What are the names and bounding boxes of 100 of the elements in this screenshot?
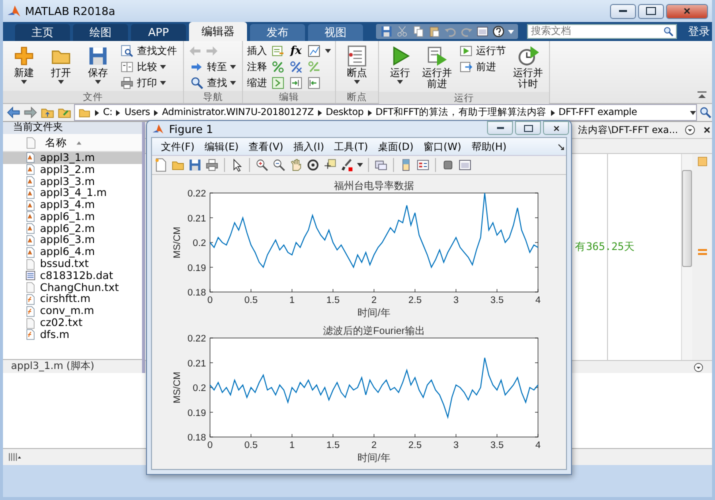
options-icon[interactable] xyxy=(693,362,704,372)
menu-item[interactable]: 文件(F) xyxy=(156,140,200,154)
zoom-in-icon[interactable] xyxy=(255,158,269,172)
path-segment[interactable]: DFT和FFT的算法，有助于理解算法内容 xyxy=(376,106,547,119)
ribbon-button[interactable]: 前进 xyxy=(457,59,508,74)
minimize-button[interactable] xyxy=(610,4,636,18)
printer-icon[interactable] xyxy=(205,158,219,172)
ribbon-button[interactable]: 打印 xyxy=(118,75,179,90)
search-field[interactable]: 搜索文档 xyxy=(527,24,677,39)
indent-icon[interactable] xyxy=(271,76,285,90)
ribbon-button[interactable]: 断点 xyxy=(340,43,374,91)
zoom-out-icon[interactable] xyxy=(272,158,286,172)
hide-plot-icon[interactable] xyxy=(441,158,455,172)
menu-item[interactable]: 编辑(E) xyxy=(200,140,244,154)
matlab-logo-icon xyxy=(7,4,21,18)
options-icon[interactable] xyxy=(684,124,696,136)
warning-marker xyxy=(698,249,706,255)
file-item[interactable]: appl6_2.m xyxy=(3,222,142,235)
link-plot-icon[interactable] xyxy=(374,158,388,172)
ribbon-button[interactable]: 查找 xyxy=(188,75,238,90)
ribbon-button[interactable]: 比较 xyxy=(118,59,179,74)
file-item[interactable]: bssud.txt xyxy=(3,258,142,270)
back-arrow-icon[interactable] xyxy=(6,105,21,120)
save-icon[interactable] xyxy=(380,25,393,38)
ribbon-button[interactable]: 打开 xyxy=(44,43,78,91)
ribbon-tab[interactable]: 发布 xyxy=(250,24,305,41)
path-segment[interactable]: Desktop xyxy=(326,107,364,118)
menu-item[interactable]: 查看(V) xyxy=(244,140,288,154)
search-icon[interactable] xyxy=(699,106,712,119)
menu-item[interactable]: 桌面(D) xyxy=(373,140,419,154)
window-icon[interactable] xyxy=(476,25,489,38)
path-segment[interactable]: DFT-FFT example xyxy=(558,107,637,118)
ribbon-tab[interactable]: 视图 xyxy=(308,24,363,41)
brush-icon[interactable] xyxy=(340,158,354,172)
ribbon-tab[interactable]: 主页 xyxy=(15,24,70,41)
path-segment[interactable]: Users xyxy=(124,107,150,118)
status-icon xyxy=(696,156,708,167)
file-item[interactable]: appl6_1.m xyxy=(3,210,142,223)
menu-item[interactable]: 插入(I) xyxy=(288,140,330,154)
ribbon-button[interactable]: 运行并计时 xyxy=(511,43,545,92)
chart-icon[interactable] xyxy=(307,44,321,58)
status-handle-icon[interactable] xyxy=(7,450,21,464)
file-item[interactable]: appl6_3.m xyxy=(3,234,142,246)
file-item[interactable]: appl3_4_1.m xyxy=(3,187,142,200)
maximize-button[interactable] xyxy=(638,4,664,18)
minimize-button[interactable] xyxy=(487,121,513,135)
address-bar[interactable]: C: Users Administrator.WIN7U-20180127Z Desktop DFT和FFT的算法，有助于理解算法内容 DFT-FFT example xyxy=(74,104,697,121)
ribbon-button[interactable]: 保存 xyxy=(81,43,115,91)
scrollbar[interactable] xyxy=(681,154,692,360)
file-item[interactable]: appl3_4.m xyxy=(3,199,142,211)
ribbon-button[interactable]: 新建 xyxy=(7,43,41,91)
plot-tools-icon[interactable] xyxy=(458,158,472,172)
menu-item[interactable]: 工具(T) xyxy=(329,140,374,154)
login-link[interactable]: 登录 xyxy=(688,24,710,39)
close-button[interactable] xyxy=(666,4,708,18)
indent-icon[interactable] xyxy=(307,76,321,90)
ribbon-tab[interactable]: 绘图 xyxy=(73,24,128,41)
ribbon-button[interactable]: 查找文件 xyxy=(118,43,179,58)
close-button[interactable] xyxy=(543,121,569,135)
file-item[interactable]: appl3_3.m xyxy=(3,176,142,188)
function-button[interactable]: fx xyxy=(289,44,303,57)
close-icon[interactable] xyxy=(702,125,712,135)
path-segment[interactable]: C: xyxy=(103,107,112,118)
percent-icon[interactable] xyxy=(271,60,285,74)
legend-icon[interactable] xyxy=(416,158,430,172)
percent-icon[interactable] xyxy=(289,60,303,74)
data-cursor-icon[interactable] xyxy=(323,158,337,172)
ribbon-tab[interactable]: APP xyxy=(131,24,186,41)
ribbon-button[interactable]: 运行并前进 xyxy=(420,43,454,92)
path-segment[interactable]: Administrator.WIN7U-20180127Z xyxy=(162,107,314,118)
indent-icon[interactable] xyxy=(289,76,303,90)
copy-icon[interactable] xyxy=(412,25,425,38)
ribbon-tab[interactable]: 编辑器 xyxy=(189,22,247,41)
new-figure-icon[interactable] xyxy=(154,158,168,172)
dock-icon[interactable] xyxy=(556,142,566,152)
save-icon[interactable] xyxy=(188,158,202,172)
close-icon xyxy=(682,6,692,16)
file-item[interactable]: ChangChun.txt xyxy=(3,282,142,294)
forward-arrow-icon[interactable] xyxy=(23,105,38,120)
ribbon-button[interactable]: 运行节 xyxy=(457,43,508,58)
paste-icon[interactable] xyxy=(428,25,441,38)
file-item[interactable]: appl3_1.m xyxy=(3,152,142,164)
file-item[interactable]: appl3_2.m xyxy=(3,164,142,176)
file-item[interactable]: dfs.m xyxy=(3,328,142,341)
menu-item[interactable]: 窗口(W) xyxy=(418,140,466,154)
document-icon[interactable] xyxy=(271,44,285,58)
editor-tab[interactable]: 法内容\DFT-FFT exa... xyxy=(578,124,678,136)
ribbon-button[interactable]: 运行 xyxy=(383,43,417,92)
rotate-icon[interactable] xyxy=(306,158,320,172)
file-item[interactable]: cirshftt.m xyxy=(3,294,142,306)
maximize-button[interactable] xyxy=(515,121,541,135)
file-item[interactable]: conv_m.m xyxy=(3,305,142,318)
collapse-icon[interactable] xyxy=(696,89,708,101)
file-item[interactable]: c818312b.dat xyxy=(3,270,142,282)
file-item[interactable]: appl6_4.m xyxy=(3,246,142,258)
ribbon-button[interactable]: 转至 xyxy=(188,59,238,74)
column-header[interactable]: 名称 xyxy=(45,136,67,150)
file-item[interactable]: cz02.txt xyxy=(3,317,142,329)
help-icon[interactable] xyxy=(492,25,505,38)
menu-item[interactable]: 帮助(H) xyxy=(466,140,512,154)
